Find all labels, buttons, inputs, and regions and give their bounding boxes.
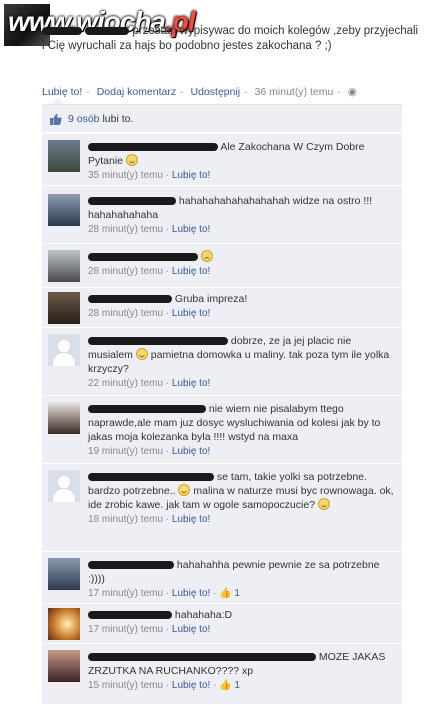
redacted-name — [88, 561, 174, 570]
comment-like-link[interactable]: Lubię to! — [172, 680, 210, 691]
redacted-name — [88, 653, 316, 662]
like-count[interactable]: 1 — [234, 588, 240, 599]
comment-like-link[interactable]: Lubię to! — [172, 170, 210, 181]
comment-time[interactable]: 17 minut(y) temu — [88, 624, 163, 635]
comment-time[interactable]: 15 minut(y) temu — [88, 680, 163, 691]
comment-item: hahahahahahahahahah widze na ostro !!! h… — [42, 185, 402, 243]
comment-item: 28 minut(y) temu · Lubię to! — [42, 243, 402, 287]
comment-link[interactable]: Dodaj komentarz — [97, 86, 176, 98]
comment-like-link[interactable]: Lubię to! — [172, 224, 210, 235]
comment-time[interactable]: 18 minut(y) temu — [88, 514, 163, 525]
redacted-name — [42, 26, 82, 35]
comment-text: Ale Zakochana W Czym Dobre — [220, 141, 365, 153]
redacted-name — [85, 26, 130, 35]
comment-like-link[interactable]: Lubię to! — [172, 378, 210, 389]
commenter-avatar[interactable] — [48, 250, 80, 282]
comment-text: Pytanie — [88, 155, 124, 167]
commenter-avatar[interactable] — [48, 608, 80, 640]
comment-item: hahahaha:D 17 minut(y) temu · Lubię to! — [42, 603, 402, 643]
likes-count-link[interactable]: 9 osób — [68, 113, 100, 125]
thumbs-up-icon — [50, 113, 62, 125]
comment-like-link[interactable]: Lubię to! — [172, 624, 210, 635]
post-timestamp[interactable]: 36 minut(y) temu — [255, 86, 334, 98]
comment-time[interactable]: 28 minut(y) temu — [88, 224, 163, 235]
comment-item: dobrze, ze ja jej placic nie musialem pa… — [42, 327, 402, 395]
smiley-icon — [178, 484, 191, 496]
like-link[interactable]: Lubię to! — [42, 86, 82, 98]
commenter-avatar[interactable] — [48, 194, 80, 226]
redacted-name — [88, 197, 176, 206]
sad-face-icon — [200, 250, 213, 262]
comment-item: Gruba impreza! 28 minut(y) temu · Lubię … — [42, 287, 402, 327]
comment-time[interactable]: 19 minut(y) temu — [88, 446, 163, 457]
redacted-name — [88, 473, 214, 482]
commenter-avatar[interactable] — [48, 292, 80, 324]
comment-text: hahahaha:D — [174, 609, 233, 621]
default-avatar-icon[interactable] — [48, 334, 80, 366]
comment-item: nie wiem nie pisalabym ttego naprawde,al… — [42, 395, 402, 463]
comment-text: dobrze, ze ja jej placic nie — [230, 335, 352, 347]
comment-item: MOZE JAKAS ZRZUTKA NA RUCHANKO???? xp 15… — [42, 643, 402, 705]
comment-time[interactable]: 35 minut(y) temu — [88, 170, 163, 181]
redacted-name — [88, 295, 172, 304]
likes-row: 9 osób lubi to. — [42, 105, 402, 133]
redacted-name — [88, 143, 218, 152]
post-text: przestań wypisywac do moich kolegów ,zeb… — [42, 25, 419, 52]
globe-icon: ◉ — [347, 86, 357, 98]
redacted-name — [88, 611, 172, 620]
commenter-avatar[interactable] — [48, 558, 80, 590]
comment-time[interactable]: 22 minut(y) temu — [88, 378, 163, 389]
post-actions: Lubię to! · Dodaj komentarz · Udostępnij · … — [42, 86, 357, 98]
smiley-icon — [317, 498, 330, 510]
redacted-name — [88, 337, 228, 346]
redacted-name — [88, 405, 206, 414]
comment-item: hahahahha pewnie pewnie ze sa potrzebne … — [42, 551, 402, 603]
comment-like-link[interactable]: Lubię to! — [172, 266, 210, 277]
commenter-avatar[interactable] — [48, 140, 80, 172]
smiley-icon — [135, 348, 148, 360]
comment-like-link[interactable]: Lubię to! — [172, 308, 210, 319]
like-count[interactable]: 1 — [234, 680, 240, 691]
comment-time[interactable]: 17 minut(y) temu — [88, 588, 163, 599]
comment-time[interactable]: 28 minut(y) temu — [88, 266, 163, 277]
comment-like-link[interactable]: Lubię to! — [172, 588, 210, 599]
comment-item: Ale Zakochana W Czym Dobre Pytanie 35 mi… — [42, 133, 402, 185]
commenter-avatar[interactable] — [48, 402, 80, 434]
smiley-icon — [125, 154, 138, 166]
like-count-icon[interactable]: 👍 — [219, 680, 231, 691]
commenter-avatar[interactable] — [48, 650, 80, 682]
comment-text: pamietna domowka u maliny. tak poza tym … — [88, 349, 390, 375]
like-count-icon[interactable]: 👍 — [219, 588, 231, 599]
comment-like-link[interactable]: Lubię to! — [172, 446, 210, 457]
comment-section: 9 osób lubi to. Ale Zakochana W Czym Dob… — [42, 104, 402, 704]
comment-time[interactable]: 28 minut(y) temu — [88, 308, 163, 319]
comment-text: Gruba impreza! — [174, 293, 248, 305]
redacted-name — [88, 253, 198, 262]
comment-like-link[interactable]: Lubię to! — [172, 514, 210, 525]
default-avatar-icon[interactable] — [48, 470, 80, 502]
comment-item: se tam, takie yolki sa potrzebne. bardzo… — [42, 463, 402, 551]
comment-text: musialem — [88, 349, 133, 361]
share-link[interactable]: Udostępnij — [191, 86, 241, 98]
